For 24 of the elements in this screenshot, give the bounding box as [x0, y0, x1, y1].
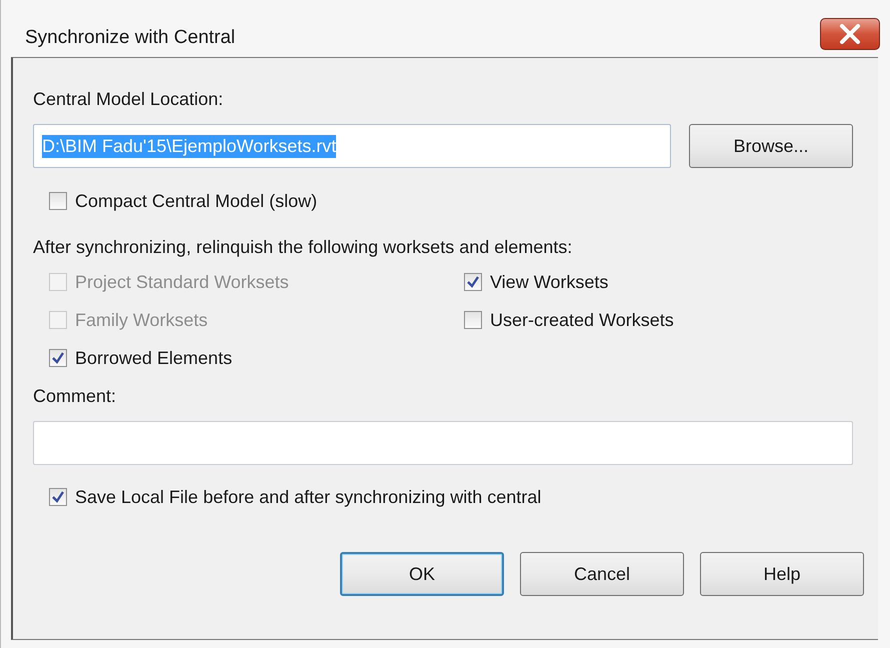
checkbox-label: Borrowed Elements	[75, 348, 232, 368]
path-value: D:\BIM Fadu'15\EjemploWorksets.rvt	[42, 134, 336, 158]
checkbox-label: Family Worksets	[75, 310, 208, 330]
cancel-button[interactable]: Cancel	[520, 552, 684, 596]
ok-button[interactable]: OK	[340, 552, 504, 596]
checkbox-label: View Worksets	[490, 272, 608, 292]
browse-button[interactable]: Browse...	[689, 124, 853, 168]
close-button[interactable]	[820, 18, 880, 50]
checkbox[interactable]	[49, 349, 67, 367]
checkbox-label: Compact Central Model (slow)	[75, 190, 318, 212]
field-label: Comment:	[33, 385, 118, 407]
comment-field[interactable]	[33, 421, 853, 465]
checkbox[interactable]	[49, 192, 67, 210]
close-icon	[839, 24, 861, 44]
checkbox[interactable]	[49, 488, 67, 506]
help-button[interactable]: Help	[700, 552, 864, 596]
checkbox[interactable]	[464, 311, 482, 329]
checkbox-label: Project Standard Worksets	[75, 272, 289, 292]
field-label: Central Model Location:	[33, 88, 224, 110]
checkbox-label: Save Local File before and after synchronizing with central	[75, 486, 542, 508]
checkbox-label: User-created Worksets	[490, 310, 674, 330]
section-label: After synchronizing, relinquish the following worksets and elements:	[33, 236, 574, 258]
window-title: Synchronize with Central	[25, 27, 236, 49]
checkbox[interactable]	[464, 273, 482, 291]
